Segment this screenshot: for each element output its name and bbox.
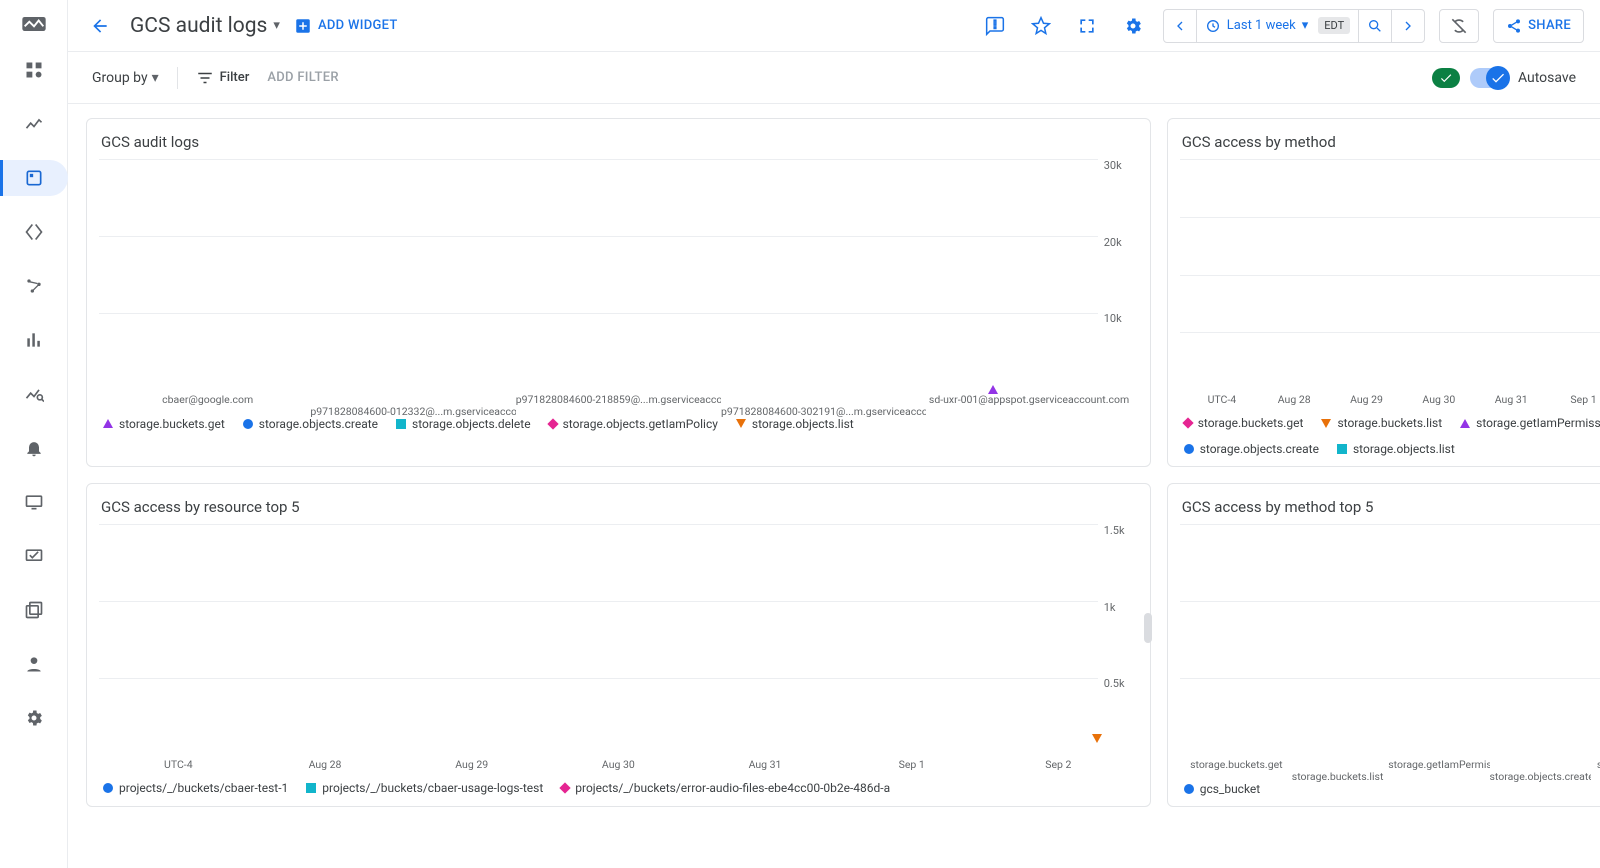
legend-item[interactable]: storage.objects.delete xyxy=(396,417,531,431)
autosave-toggle[interactable] xyxy=(1470,68,1508,88)
nav-settings[interactable] xyxy=(16,700,52,736)
nav-overview[interactable] xyxy=(16,52,52,88)
filter-button[interactable]: Filter xyxy=(196,69,250,87)
nav-metrics[interactable] xyxy=(16,106,52,142)
legend: storage.buckets.get storage.objects.creat… xyxy=(99,409,1138,431)
time-zoom-button[interactable] xyxy=(1358,10,1391,42)
time-range-label: Last 1 week xyxy=(1227,18,1296,33)
share-button[interactable]: SHARE xyxy=(1493,9,1584,43)
card-title: GCS audit logs xyxy=(101,133,1138,151)
back-arrow-icon[interactable] xyxy=(84,10,116,42)
monitoring-logo-icon xyxy=(20,14,48,34)
nav-explorer[interactable] xyxy=(16,376,52,412)
card-title: GCS access by method top 5 xyxy=(1182,498,1600,516)
card-gcs-access-by-resource-top5: GCS access by resource top 5 1.5k1k0.5k … xyxy=(86,483,1151,807)
scrollbar-thumb[interactable] xyxy=(1144,613,1152,643)
x-axis: storage.buckets.getstorage.buckets.lists… xyxy=(1180,754,1600,774)
x-axis: UTC-4Aug 28Aug 29Aug 30Aug 31Sep 1Sep 2 xyxy=(1180,389,1600,408)
auto-refresh-off-icon[interactable] xyxy=(1439,9,1479,43)
chart-plot[interactable] xyxy=(1180,524,1600,754)
y-axis: 30k20k10k xyxy=(1098,159,1138,389)
add-filter-button[interactable]: ADD FILTER xyxy=(267,70,339,85)
legend-item[interactable]: storage.objects.create xyxy=(1184,442,1319,456)
legend-item[interactable]: projects/_/buckets/error-audio-files-ebe… xyxy=(561,781,890,795)
overflow-marker-icon xyxy=(1092,743,1102,758)
divider xyxy=(177,67,178,89)
nav-slos[interactable] xyxy=(16,268,52,304)
group-by-dropdown[interactable]: Group by ▾ xyxy=(92,70,159,86)
chart-plot[interactable] xyxy=(99,159,1098,389)
time-range-button[interactable]: Last 1 week ▾ EDT xyxy=(1196,10,1358,42)
chart-plot[interactable] xyxy=(1180,159,1600,389)
filter-toolbar: Group by ▾ Filter ADD FILTER Autosave xyxy=(68,52,1600,104)
group-by-label: Group by xyxy=(92,70,148,86)
nav-synthetic[interactable] xyxy=(16,538,52,574)
x-axis: cbaer@google.comp971828084600-012332@...… xyxy=(99,389,1138,409)
legend-item[interactable]: storage.objects.getIamPolicy xyxy=(549,417,718,431)
legend: projects/_/buckets/cbaer-test-1 projects/… xyxy=(99,773,1138,795)
legend: storage.buckets.getstorage.buckets.lists… xyxy=(1180,408,1600,456)
autosave-label: Autosave xyxy=(1518,70,1576,86)
add-widget-label: ADD WIDGET xyxy=(318,18,398,33)
legend-item[interactable]: storage.objects.create xyxy=(243,417,378,431)
legend-item[interactable]: storage.objects.list xyxy=(736,417,854,431)
time-next-button[interactable] xyxy=(1391,10,1424,42)
legend-item[interactable]: storage.objects.list xyxy=(1337,442,1455,456)
chart-plot[interactable] xyxy=(99,524,1098,754)
star-icon[interactable] xyxy=(1025,10,1057,42)
left-nav-rail xyxy=(0,0,68,868)
chevron-down-icon: ▾ xyxy=(273,18,280,33)
nav-alerting[interactable] xyxy=(16,430,52,466)
timezone-chip: EDT xyxy=(1318,17,1350,34)
nav-bars[interactable] xyxy=(16,322,52,358)
y-axis: 1.5k1k0.5k xyxy=(1098,524,1138,754)
legend-item[interactable]: storage.buckets.get xyxy=(103,417,225,431)
top-toolbar: GCS audit logs ▾ ADD WIDGET Last 1 week … xyxy=(68,0,1600,52)
fullscreen-icon[interactable] xyxy=(1071,10,1103,42)
gear-icon[interactable] xyxy=(1117,10,1149,42)
dashboard-title-dropdown[interactable]: GCS audit logs ▾ xyxy=(130,14,280,38)
time-picker: Last 1 week ▾ EDT xyxy=(1163,9,1425,43)
card-title: GCS access by resource top 5 xyxy=(101,498,1138,516)
nav-user[interactable] xyxy=(16,646,52,682)
nav-uptime[interactable] xyxy=(16,484,52,520)
card-title: GCS access by method xyxy=(1182,133,1600,151)
time-prev-button[interactable] xyxy=(1164,10,1196,42)
legend-item[interactable]: projects/_/buckets/cbaer-test-1 xyxy=(103,781,288,795)
card-gcs-access-by-method-top5: GCS access by method top 5 30k20k10k sto… xyxy=(1167,483,1600,807)
dashboard-scroll[interactable]: GCS audit logs 30k20k10k cbaer@google.co… xyxy=(68,104,1600,868)
nav-groups[interactable] xyxy=(16,592,52,628)
filter-label: Filter xyxy=(220,70,250,85)
legend-item[interactable]: storage.buckets.list xyxy=(1321,416,1442,430)
legend-item[interactable]: gcs_bucket xyxy=(1184,782,1261,796)
annotation-icon[interactable] xyxy=(979,10,1011,42)
dashboard-title: GCS audit logs xyxy=(130,14,267,38)
card-gcs-audit-logs: GCS audit logs 30k20k10k cbaer@google.co… xyxy=(86,118,1151,467)
legend-item[interactable]: storage.buckets.get xyxy=(1184,416,1304,430)
save-status-ok-icon xyxy=(1432,68,1460,88)
card-gcs-access-by-method: GCS access by method 2k1.5k1k0.5k UTC-4A… xyxy=(1167,118,1600,467)
nav-dashboards[interactable] xyxy=(0,160,68,196)
legend-item[interactable]: storage.getIamPermissions xyxy=(1460,416,1600,430)
x-axis: UTC-4Aug 28Aug 29Aug 30Aug 31Sep 1Sep 2 xyxy=(99,754,1138,773)
share-label: SHARE xyxy=(1528,18,1571,33)
legend-item[interactable]: projects/_/buckets/cbaer-usage-logs-test xyxy=(306,781,543,795)
add-widget-button[interactable]: ADD WIDGET xyxy=(294,17,398,35)
nav-services[interactable] xyxy=(16,214,52,250)
